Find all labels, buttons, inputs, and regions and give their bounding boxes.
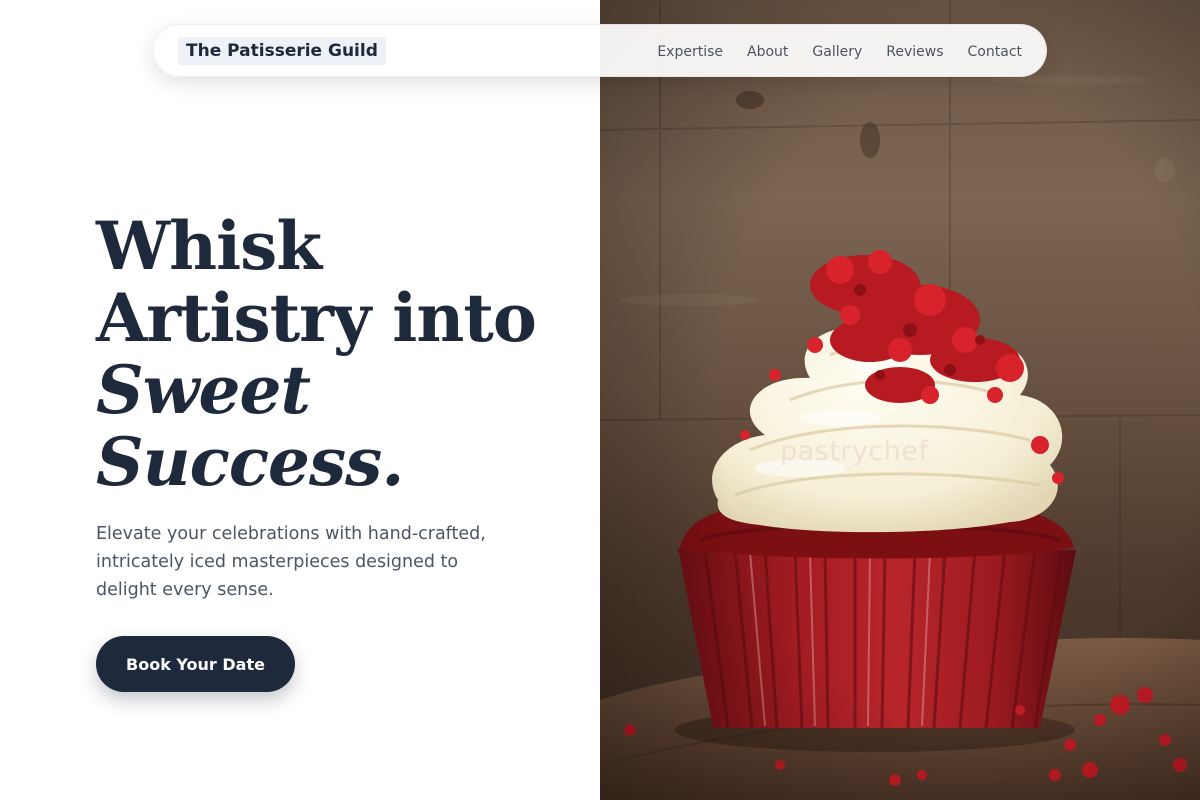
- hero-headline: Whisk Artistry into Sweet Success.: [96, 207, 537, 501]
- hero-section: Whisk Artistry into Sweet Success. Eleva…: [0, 0, 600, 800]
- nav-links: Expertise About Gallery Reviews Contact: [657, 25, 1022, 78]
- headline-line-2: Artistry into: [96, 279, 537, 357]
- nav-link-gallery[interactable]: Gallery: [812, 44, 862, 60]
- nav-link-reviews[interactable]: Reviews: [886, 44, 943, 60]
- hero-description: Elevate your celebrations with hand-craf…: [96, 524, 486, 600]
- nav-link-contact[interactable]: Contact: [968, 44, 1022, 60]
- headline-line-4: Success.: [96, 423, 404, 501]
- headline-line-1: Whisk: [96, 207, 322, 285]
- brand-logo[interactable]: The Patisserie Guild: [178, 37, 386, 65]
- red-velvet-cupcake-image: [600, 0, 1200, 800]
- top-navbar: The Patisserie Guild Expertise About Gal…: [153, 24, 1047, 77]
- landing-page: Whisk Artistry into Sweet Success. Eleva…: [0, 0, 1200, 800]
- nav-link-expertise[interactable]: Expertise: [657, 44, 723, 60]
- headline-line-3: Sweet: [96, 351, 311, 429]
- hero-photo: [600, 0, 1200, 800]
- nav-link-about[interactable]: About: [747, 44, 788, 60]
- book-your-date-button[interactable]: Book Your Date: [96, 636, 295, 692]
